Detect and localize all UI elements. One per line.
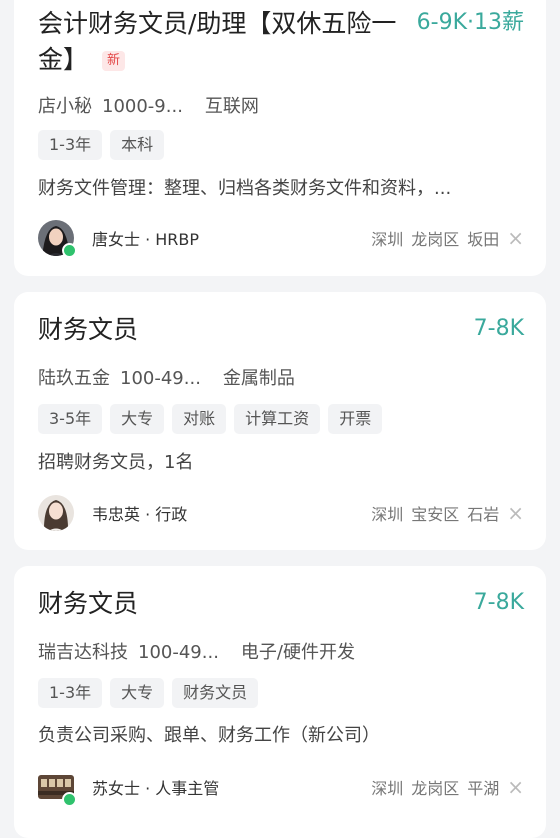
job-footer: 唐女士 · HRBP 深圳 龙岗区 坂田 × xyxy=(38,220,524,258)
job-location: 深圳 龙岗区 平湖 × xyxy=(363,775,524,799)
recruiter-name: 唐女士 · HRBP xyxy=(92,230,200,249)
tag: 大专 xyxy=(110,404,165,434)
company-info: 店小秘 1000-9... 互联网 xyxy=(38,92,259,118)
job-tags: 1-3年 大专 财务文员 xyxy=(38,678,259,708)
job-header: 财务文员 7-8K xyxy=(38,586,524,622)
company-size: 100-49... xyxy=(120,368,201,389)
industry: 电子/硬件开发 xyxy=(240,642,355,663)
job-description: 负责公司采购、跟单、财务工作（新公司） xyxy=(38,725,380,746)
company-name: 店小秘 xyxy=(38,96,92,117)
job-title[interactable]: 会计财务文员/助理【双休五险一金】新 xyxy=(38,6,417,78)
company-size: 1000-9... xyxy=(102,96,183,117)
recruiter-info[interactable]: 韦忠英 · 行政 xyxy=(38,495,187,531)
online-status-dot xyxy=(62,792,77,807)
tag: 财务文员 xyxy=(172,678,259,708)
salary: 7-8K xyxy=(473,590,524,615)
area: 坂田 xyxy=(467,230,500,249)
job-header: 财务文员 7-8K xyxy=(38,312,524,348)
job-footer: 苏女士 · 人事主管 深圳 龙岗区 平湖 × xyxy=(38,769,524,807)
avatar-woman-portrait-icon xyxy=(38,495,74,531)
job-location: 深圳 宝安区 石岩 × xyxy=(363,501,524,525)
city: 深圳 xyxy=(371,779,404,798)
job-description: 财务文件管理：整理、归档各类财务文件和资料，... xyxy=(38,178,452,199)
company-size: 100-49... xyxy=(138,642,219,663)
job-card[interactable]: 财务文员 7-8K 陆玖五金 100-49... 金属制品 3-5年 大专 对账 计… xyxy=(14,292,546,550)
tag: 1-3年 xyxy=(38,678,103,708)
dismiss-icon[interactable]: × xyxy=(507,503,524,523)
area: 平湖 xyxy=(467,779,500,798)
company-name: 瑞吉达科技 xyxy=(38,642,128,663)
salary: 7-8K xyxy=(473,316,524,341)
company-info: 瑞吉达科技 100-49... 电子/硬件开发 xyxy=(38,638,355,664)
job-tags: 3-5年 大专 对账 计算工资 开票 xyxy=(38,404,383,434)
recruiter-name: 韦忠英 · 行政 xyxy=(92,505,188,524)
online-status-dot xyxy=(62,243,77,258)
recruiter-name: 苏女士 · 人事主管 xyxy=(92,779,220,798)
salary: 6-9K·13薪 xyxy=(416,10,524,35)
job-card[interactable]: 会计财务文员/助理【双休五险一金】新 6-9K·13薪 店小秘 1000-9...… xyxy=(14,0,546,276)
tag: 对账 xyxy=(172,404,227,434)
company-info: 陆玖五金 100-49... 金属制品 xyxy=(38,364,295,390)
industry: 金属制品 xyxy=(222,368,295,389)
dismiss-icon[interactable]: × xyxy=(507,228,524,248)
tag: 1-3年 xyxy=(38,130,103,160)
district: 龙岗区 xyxy=(411,230,460,249)
avatar-woman-dark-hair-icon xyxy=(38,220,77,258)
job-footer: 韦忠英 · 行政 深圳 宝安区 石岩 × xyxy=(38,495,524,531)
district: 龙岗区 xyxy=(411,779,460,798)
job-card[interactable]: 财务文员 7-8K 瑞吉达科技 100-49... 电子/硬件开发 1-3年 大专 … xyxy=(14,566,546,838)
dismiss-icon[interactable]: × xyxy=(507,777,524,797)
avatar-office-building-icon xyxy=(38,769,77,807)
recruiter-info[interactable]: 苏女士 · 人事主管 xyxy=(38,769,220,807)
job-header: 会计财务文员/助理【双休五险一金】新 6-9K·13薪 xyxy=(38,6,524,78)
city: 深圳 xyxy=(371,505,404,524)
tag: 计算工资 xyxy=(234,404,321,434)
tag: 大专 xyxy=(110,678,165,708)
new-badge: 新 xyxy=(102,51,126,71)
recruiter-info[interactable]: 唐女士 · HRBP xyxy=(38,220,200,258)
city: 深圳 xyxy=(371,230,404,249)
job-title[interactable]: 财务文员 xyxy=(38,312,418,348)
tag: 3-5年 xyxy=(38,404,103,434)
tag: 本科 xyxy=(110,130,165,160)
job-tags: 1-3年 本科 xyxy=(38,130,165,160)
job-location: 深圳 龙岗区 坂田 × xyxy=(363,226,524,250)
area: 石岩 xyxy=(467,505,500,524)
district: 宝安区 xyxy=(411,505,460,524)
industry: 互联网 xyxy=(204,96,259,117)
job-description: 招聘财务文员，1名 xyxy=(38,452,194,473)
tag: 开票 xyxy=(328,404,383,434)
company-name: 陆玖五金 xyxy=(38,368,110,389)
job-title[interactable]: 财务文员 xyxy=(38,586,418,622)
